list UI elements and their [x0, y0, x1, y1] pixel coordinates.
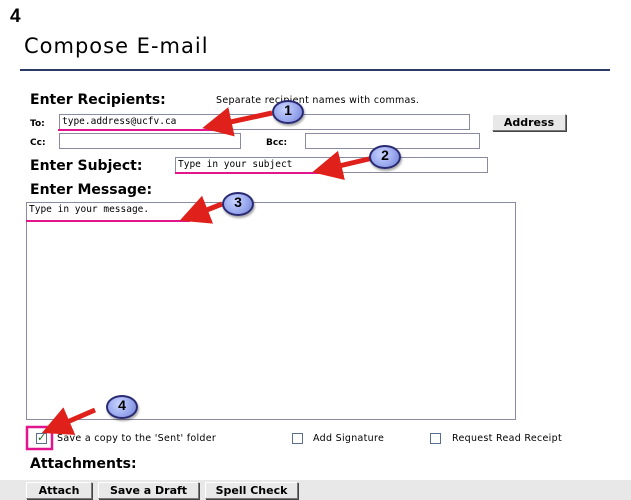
- add-signature-label: Add Signature: [313, 433, 385, 444]
- read-receipt-checkbox[interactable]: [430, 433, 441, 444]
- check-icon: ✓: [37, 431, 47, 444]
- read-receipt-label: Request Read Receipt: [452, 433, 562, 444]
- save-copy-checkbox[interactable]: ✓: [36, 431, 47, 444]
- step-number: 4: [10, 6, 21, 27]
- save-copy-label: Save a copy to the 'Sent' folder: [57, 433, 217, 444]
- recipients-heading: Enter Recipients:: [30, 92, 166, 108]
- subject-label: Enter Subject:: [30, 158, 143, 174]
- message-textarea[interactable]: Type in your message.: [26, 202, 516, 420]
- title-divider: [20, 69, 610, 71]
- callout-badge-2: 2: [369, 145, 401, 169]
- add-signature-checkbox[interactable]: [292, 433, 303, 444]
- recipients-hint: Separate recipient names with commas.: [216, 95, 420, 106]
- address-button[interactable]: Address: [492, 114, 566, 131]
- bcc-label: Bcc:: [266, 138, 288, 148]
- attachments-label: Attachments:: [30, 456, 137, 472]
- message-label: Enter Message:: [30, 182, 153, 198]
- to-field[interactable]: type.address@ucfv.ca: [59, 114, 470, 130]
- spell-check-button[interactable]: Spell Check: [205, 482, 298, 499]
- callout-badge-3: 3: [222, 192, 254, 216]
- to-label: To:: [30, 119, 45, 129]
- cc-label: Cc:: [30, 138, 46, 148]
- callout-badge-4: 4: [106, 395, 138, 419]
- button-bar: [0, 480, 631, 500]
- callout-badge-1: 1: [272, 100, 304, 124]
- page-title: Compose E-mail: [24, 34, 209, 58]
- attach-button[interactable]: Attach: [26, 482, 92, 499]
- save-draft-button[interactable]: Save a Draft: [98, 482, 199, 499]
- cc-field[interactable]: [59, 133, 241, 149]
- subject-field[interactable]: Type in your subject: [175, 157, 488, 173]
